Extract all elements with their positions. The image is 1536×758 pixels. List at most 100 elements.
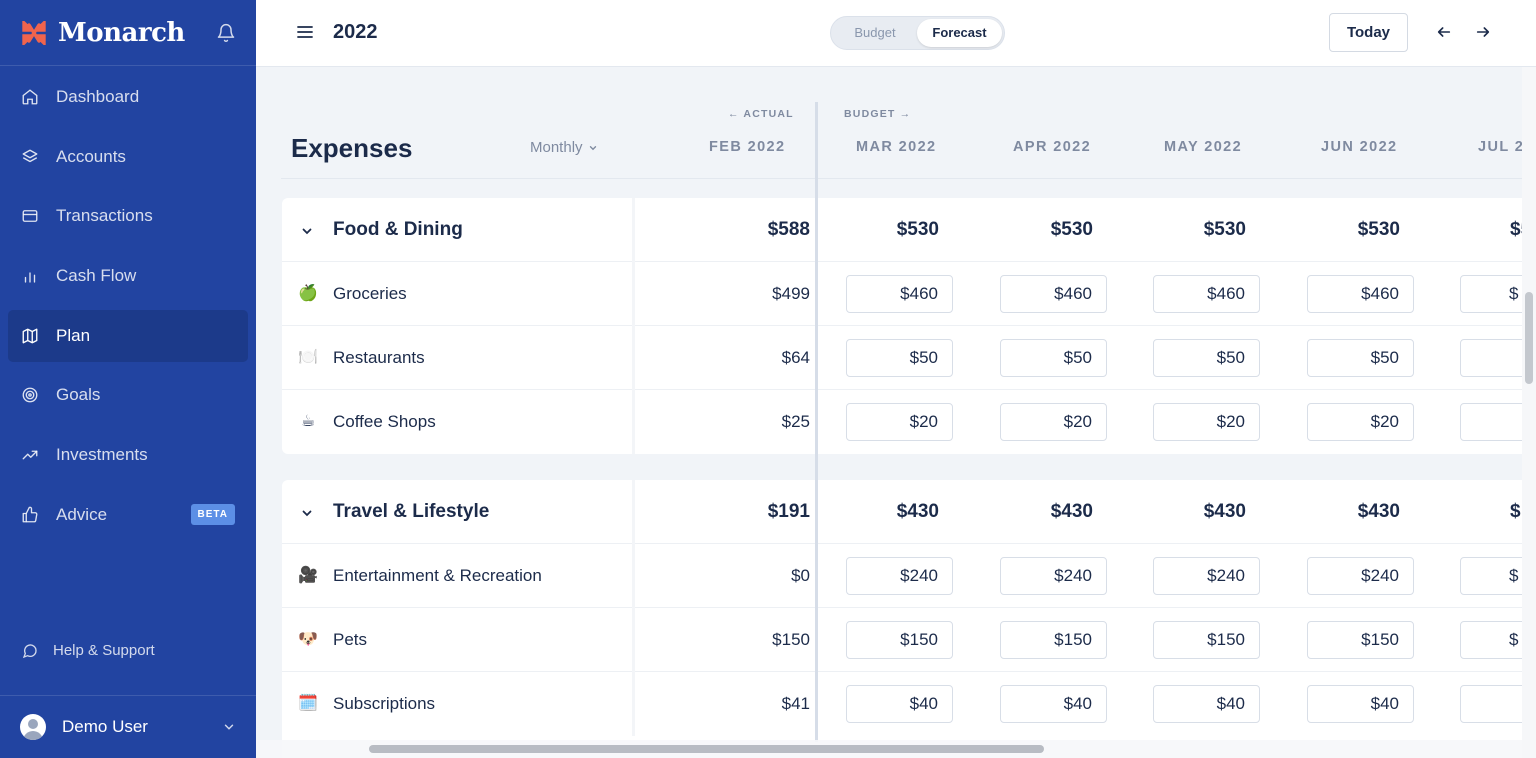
group-budget: $430 xyxy=(896,501,939,522)
group-budget: $430 xyxy=(1203,501,1246,522)
budget-input[interactable]: $240 xyxy=(1000,557,1107,595)
budget-input[interactable]: $150 xyxy=(1000,621,1107,659)
budget-input[interactable]: $20 xyxy=(1307,403,1414,441)
toggle-forecast[interactable]: Forecast xyxy=(917,19,1002,47)
budget-input[interactable]: $240 xyxy=(846,557,953,595)
budget-input[interactable]: $ xyxy=(1460,621,1522,659)
actual-label: ← ACTUAL xyxy=(728,108,794,120)
budget-input[interactable]: $460 xyxy=(1307,275,1414,313)
target-icon xyxy=(20,385,40,405)
sidebar-item-investments[interactable]: Investments xyxy=(8,429,248,481)
category-actual: $41 xyxy=(781,694,810,713)
bell-icon[interactable] xyxy=(216,23,236,43)
budget-input[interactable]: $40 xyxy=(1307,685,1414,723)
column-separator xyxy=(632,480,635,544)
header-divider xyxy=(281,178,1522,179)
chat-bubble-icon xyxy=(22,643,37,658)
budget-input[interactable]: $50 xyxy=(1307,339,1414,377)
category-name: Pets xyxy=(333,630,368,649)
vertical-scrollbar[interactable] xyxy=(1522,67,1536,758)
user-menu[interactable]: Demo User xyxy=(0,695,256,758)
budget-input[interactable]: $20 xyxy=(1000,403,1107,441)
layers-icon xyxy=(20,147,40,167)
budget-input[interactable]: $50 xyxy=(1000,339,1107,377)
sidebar-item-dashboard[interactable]: Dashboard xyxy=(8,71,248,123)
budget-label: BUDGET → xyxy=(844,108,912,120)
sidebar-item-label: Goals xyxy=(56,385,101,405)
top-bar: 2022 Budget Forecast Today xyxy=(256,0,1536,67)
period-select[interactable]: Monthly xyxy=(530,139,598,156)
thumbs-up-icon xyxy=(20,505,40,525)
arrow-right-icon[interactable] xyxy=(1475,24,1491,40)
map-icon xyxy=(20,326,40,346)
budget-input[interactable]: $ xyxy=(1460,557,1522,595)
budget-input[interactable]: $150 xyxy=(1307,621,1414,659)
budget-input[interactable]: $460 xyxy=(1000,275,1107,313)
category-group-row[interactable]: Food & Dining $588 $530 $530 $530 $530 $… xyxy=(282,198,1522,262)
group-budget: $530 xyxy=(1357,219,1400,240)
vertical-scroll-thumb[interactable] xyxy=(1525,292,1533,384)
sidebar-item-advice[interactable]: Advice BETA xyxy=(8,489,248,541)
page-title-year: 2022 xyxy=(333,21,378,43)
budget-input[interactable]: $150 xyxy=(846,621,953,659)
column-header-jun: JUN 2022 xyxy=(1321,139,1398,155)
category-group-row[interactable]: Travel & Lifestyle $191 $430 $430 $430 $… xyxy=(282,480,1522,544)
card-icon xyxy=(20,206,40,226)
beta-badge: BETA xyxy=(190,503,235,525)
sidebar-nav: Dashboard Accounts Transactions Cash Flo… xyxy=(0,66,256,541)
column-header-jul: JUL 2 xyxy=(1478,139,1522,155)
hamburger-menu-icon[interactable] xyxy=(297,24,313,40)
brand-name: Monarch xyxy=(58,17,185,48)
budget-input[interactable]: $20 xyxy=(1153,403,1260,441)
period-select-label: Monthly xyxy=(530,139,583,156)
budget-input[interactable]: $20 xyxy=(846,403,953,441)
group-name: Food & Dining xyxy=(333,219,463,240)
horizontal-scroll-thumb[interactable] xyxy=(369,745,1044,753)
budget-input[interactable] xyxy=(1460,685,1522,723)
arrow-left-icon[interactable] xyxy=(1436,24,1452,40)
budget-input[interactable]: $40 xyxy=(1153,685,1260,723)
budget-input[interactable]: $40 xyxy=(846,685,953,723)
sidebar-item-cash-flow[interactable]: Cash Flow xyxy=(8,250,248,302)
toggle-budget[interactable]: Budget xyxy=(835,19,915,47)
user-name: Demo User xyxy=(62,717,148,736)
budget-input[interactable]: $240 xyxy=(1153,557,1260,595)
budget-input[interactable]: $150 xyxy=(1153,621,1260,659)
category-group-card: Travel & Lifestyle $191 $430 $430 $430 $… xyxy=(282,480,1522,758)
sidebar-item-label: Plan xyxy=(56,325,91,345)
budget-input[interactable]: $ xyxy=(1460,275,1522,313)
budget-input[interactable] xyxy=(1460,339,1522,377)
budget-input[interactable]: $460 xyxy=(846,275,953,313)
group-actual: $191 xyxy=(767,501,810,522)
budget-input[interactable]: $50 xyxy=(846,339,953,377)
group-budget: $530 xyxy=(1050,219,1093,240)
sidebar-item-transactions[interactable]: Transactions xyxy=(8,190,248,242)
budget-input[interactable]: $460 xyxy=(1153,275,1260,313)
chevron-down-icon[interactable] xyxy=(301,507,313,519)
sidebar-item-goals[interactable]: Goals xyxy=(8,369,248,421)
coffee-cup-icon: ☕ xyxy=(300,413,316,430)
chevron-down-icon[interactable] xyxy=(301,225,313,237)
sidebar-item-plan[interactable]: Plan xyxy=(8,309,248,362)
budget-input[interactable]: $40 xyxy=(1000,685,1107,723)
today-button[interactable]: Today xyxy=(1329,13,1408,52)
budget-forecast-toggle: Budget Forecast xyxy=(830,16,1005,50)
column-header-feb: FEB 2022 xyxy=(709,139,786,155)
category-actual: $0 xyxy=(791,566,810,585)
column-header-apr: APR 2022 xyxy=(1013,139,1092,155)
category-row: ☕ Coffee Shops $25 $20 $20 $20 $20 xyxy=(282,390,1522,454)
budget-input[interactable] xyxy=(1460,403,1522,441)
sidebar: Monarch Dashboard Accounts Transactions … xyxy=(0,0,256,758)
sidebar-item-label: Investments xyxy=(56,445,148,465)
sidebar-item-label: Dashboard xyxy=(56,87,140,106)
category-name: Restaurants xyxy=(333,348,425,367)
budget-input[interactable]: $240 xyxy=(1307,557,1414,595)
group-actual: $588 xyxy=(767,219,810,240)
brand-header: Monarch xyxy=(0,0,256,66)
sidebar-item-accounts[interactable]: Accounts xyxy=(8,131,248,183)
column-separator xyxy=(632,608,635,672)
budget-input[interactable]: $50 xyxy=(1153,339,1260,377)
help-support-link[interactable]: Help & Support xyxy=(22,642,155,659)
horizontal-scrollbar[interactable] xyxy=(256,740,1522,758)
sidebar-item-label: Transactions xyxy=(56,206,153,226)
